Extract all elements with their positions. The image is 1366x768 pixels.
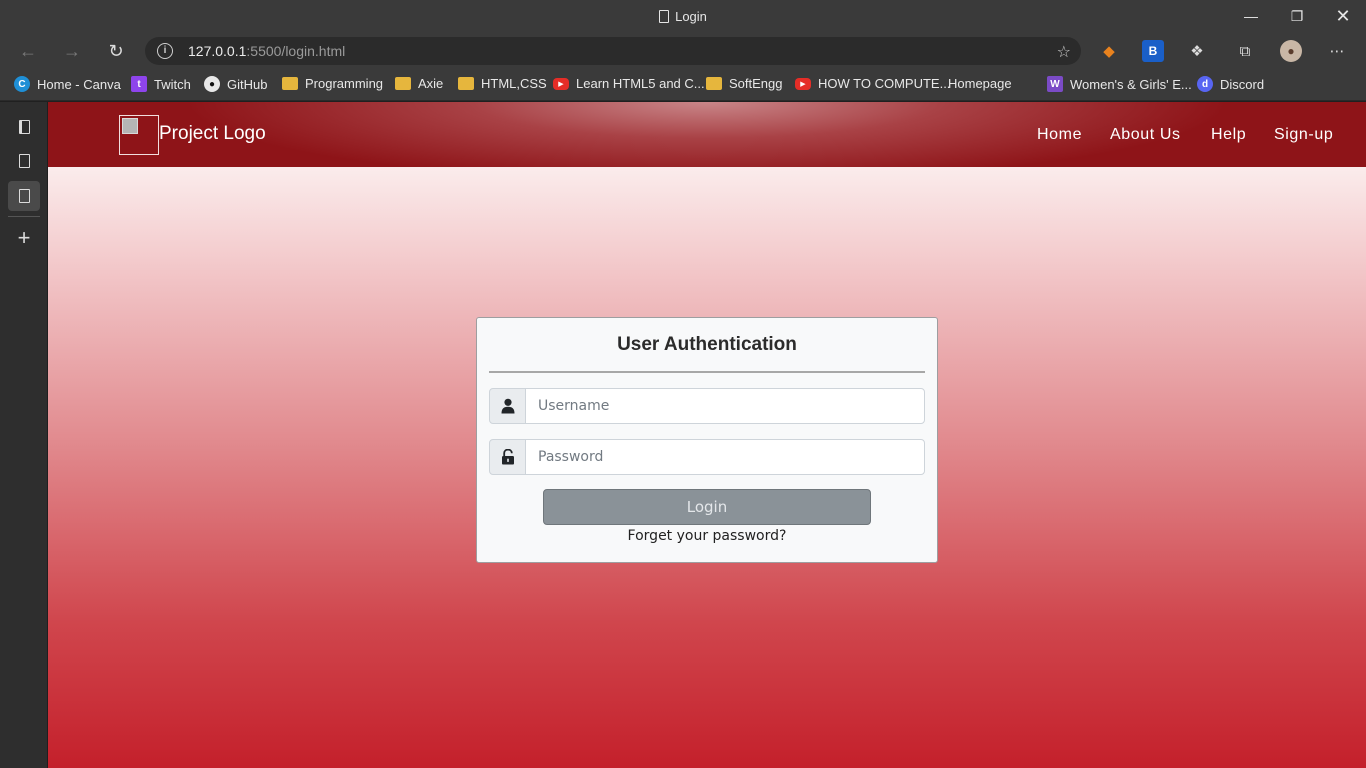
tab-active-page-icon[interactable] (8, 181, 40, 211)
window-title: Login (0, 9, 1366, 24)
back-button[interactable]: ← (12, 36, 44, 66)
bookmark-item[interactable]: t Twitch (131, 76, 191, 92)
page-icon (659, 10, 670, 23)
login-card: User Authentication Login Forget your pa… (476, 317, 938, 563)
user-icon (489, 388, 526, 424)
site-navbar: Project Logo Home About Us Help Sign-up (48, 102, 1366, 167)
nav-link-home[interactable]: Home (1037, 126, 1082, 144)
logo-text[interactable]: Project Logo (159, 123, 266, 145)
youtube-icon: ▶ (553, 77, 569, 90)
bookmark-folder[interactable]: HTML,CSS (458, 76, 547, 91)
page-viewport: Project Logo Home About Us Help Sign-up … (48, 102, 1366, 768)
nav-link-help[interactable]: Help (1211, 126, 1246, 144)
discord-icon: d (1197, 76, 1213, 92)
vertical-tabs-strip: + (0, 102, 48, 768)
bookmark-item[interactable]: Homepage (948, 76, 1012, 193)
restore-button[interactable]: ❐ (1274, 0, 1320, 32)
bookmark-label: SoftEngg (729, 76, 783, 91)
bookmark-label: HOW TO COMPUTE... (818, 76, 951, 91)
profile-avatar[interactable]: ● (1280, 40, 1302, 62)
metamask-extension-icon[interactable]: ◆ (1098, 40, 1120, 62)
tab-separator (8, 216, 40, 217)
browser-toolbar: ← → ↻ i 127.0.0.1:5500/login.html ☆ ◆ B … (0, 34, 1366, 68)
bookmark-label: Home - Canva (37, 76, 121, 92)
bookmark-label: Axie (418, 76, 444, 91)
bookmark-item[interactable]: W Women's & Girls' E... (1047, 76, 1192, 92)
new-tab-icon[interactable]: + (8, 223, 40, 253)
collections-icon[interactable]: ⧉ (1234, 40, 1256, 62)
extensions-icon[interactable]: ❖ (1186, 40, 1208, 62)
bookmark-label: Homepage (948, 76, 1012, 91)
folder-icon (458, 77, 474, 90)
canva-icon: C (14, 76, 30, 92)
bookmark-label: Discord (1220, 76, 1265, 92)
bookmark-item[interactable]: ● GitHub (204, 76, 267, 92)
unlock-icon (489, 439, 526, 475)
password-input[interactable] (525, 439, 925, 475)
bookmark-label: HTML,CSS (481, 76, 547, 91)
minimize-button[interactable]: — (1228, 0, 1274, 32)
address-bar[interactable]: i 127.0.0.1:5500/login.html ☆ (145, 37, 1081, 65)
window-titlebar: Login — ❐ ✕ (0, 0, 1366, 34)
bookmark-label: GitHub (227, 76, 268, 92)
bookmark-label: Women's & Girls' E... (1070, 76, 1192, 92)
bookmark-label: Learn HTML5 and C... (576, 76, 705, 91)
bookmark-label: Twitch (154, 76, 191, 92)
refresh-button[interactable]: ↻ (100, 36, 132, 66)
forgot-password-link[interactable]: Forget your password? (477, 528, 937, 544)
bookmarks-bar: C Home - Canva t Twitch ● GitHub Programmin… (0, 68, 1366, 193)
twitch-icon: t (131, 76, 147, 92)
card-title: User Authentication (617, 334, 797, 355)
site-info-icon[interactable]: i (157, 43, 173, 59)
bitwarden-extension-icon[interactable]: B (1142, 40, 1164, 62)
bookmark-item[interactable]: ▶ Learn HTML5 and C... (553, 76, 705, 91)
nav-link-about[interactable]: About Us (1110, 126, 1181, 144)
url-host: 127.0.0.1 (188, 43, 247, 59)
password-field (489, 439, 925, 475)
wg-icon: W (1047, 76, 1063, 92)
folder-icon (395, 77, 411, 90)
forward-button[interactable]: → (56, 36, 88, 66)
bookmark-item[interactable]: C Home - Canva (14, 76, 121, 92)
bookmark-label: Programming (305, 76, 384, 91)
tab-actions-icon[interactable] (8, 112, 40, 142)
tab-page-icon[interactable] (8, 146, 40, 176)
bookmark-folder[interactable]: SoftEngg (706, 76, 783, 91)
folder-icon (282, 77, 298, 90)
bookmark-item[interactable]: d Discord (1197, 76, 1264, 92)
bookmark-item[interactable]: ▶ HOW TO COMPUTE... (795, 76, 950, 91)
close-window-button[interactable]: ✕ (1320, 0, 1366, 32)
username-input[interactable] (525, 388, 925, 424)
folder-icon (706, 77, 722, 90)
url-path: :5500/login.html (246, 43, 346, 59)
bookmark-folder[interactable]: Axie (395, 76, 443, 91)
url-text[interactable]: 127.0.0.1:5500/login.html (188, 43, 345, 59)
github-icon: ● (204, 76, 220, 92)
window-title-text: Login (675, 9, 707, 24)
title-divider (489, 371, 925, 373)
logo-image[interactable] (119, 115, 159, 155)
bookmark-folder[interactable]: Programming (282, 76, 383, 91)
login-button[interactable]: Login (543, 489, 871, 525)
more-options-icon[interactable]: ⋯ (1326, 40, 1348, 62)
add-favorite-icon[interactable]: ☆ (1057, 42, 1071, 62)
username-field (489, 388, 925, 424)
youtube-icon: ▶ (795, 77, 811, 90)
nav-link-signup[interactable]: Sign-up (1274, 126, 1333, 144)
